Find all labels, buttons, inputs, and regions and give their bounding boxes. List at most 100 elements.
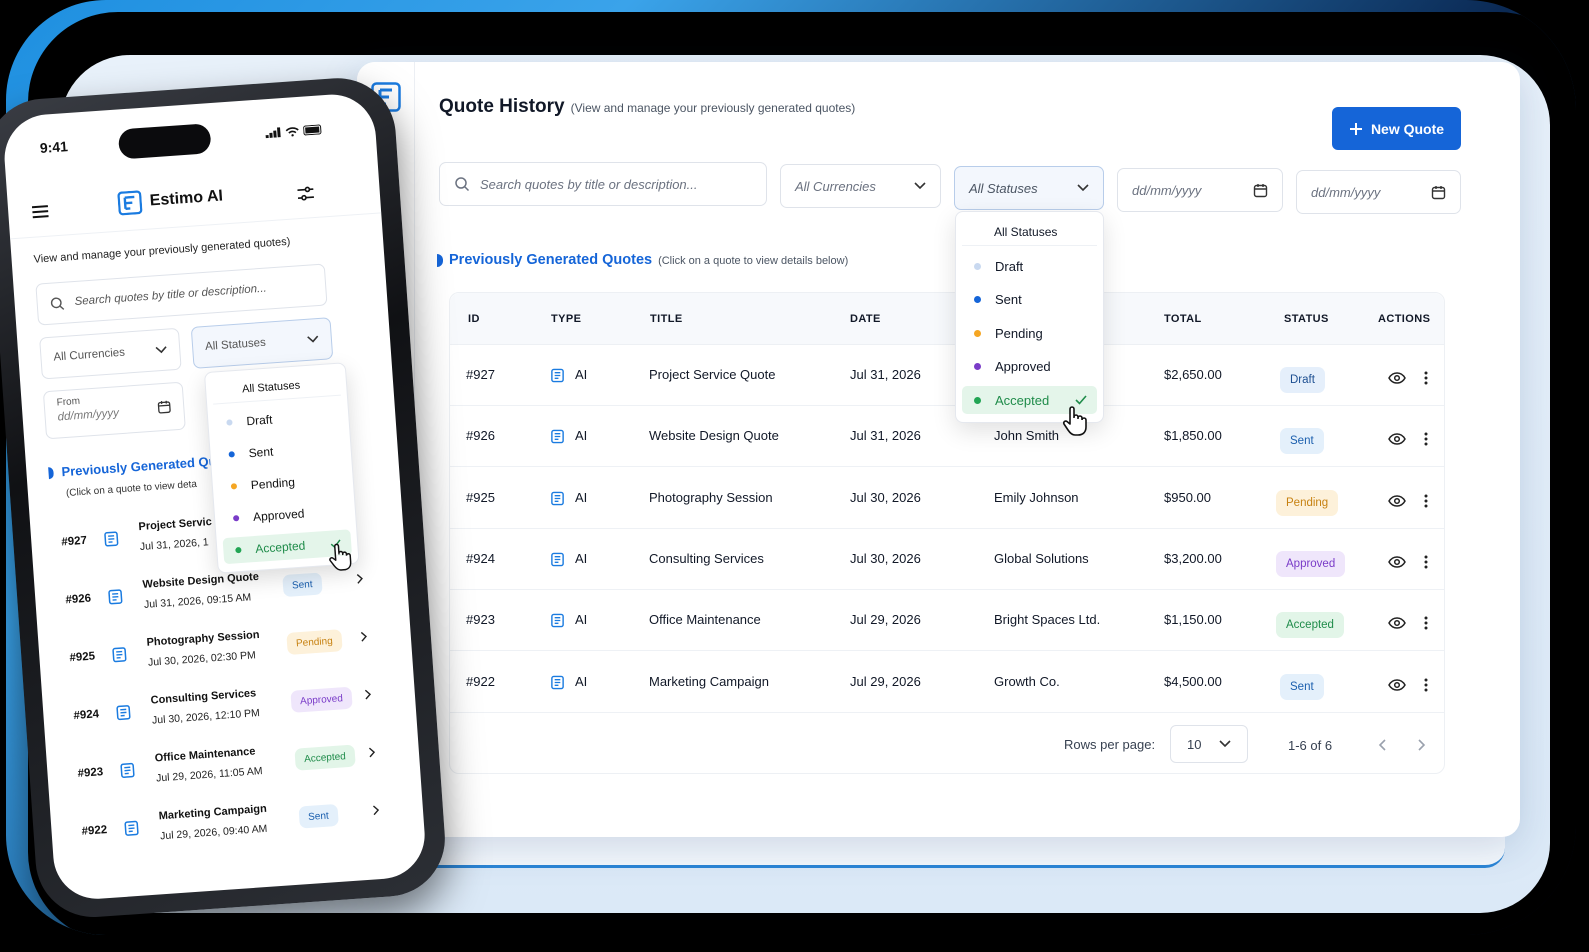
phone-status-option-sent[interactable]: Sent: [216, 434, 346, 469]
chevron-left-icon[interactable]: [1374, 737, 1390, 753]
status-option-all[interactable]: All Statuses: [962, 218, 1097, 246]
rows-per-page-select[interactable]: 10: [1170, 725, 1248, 763]
more-vertical-icon[interactable]: [1415, 551, 1437, 573]
new-quote-label: New Quote: [1370, 120, 1445, 137]
more-vertical-icon[interactable]: [1415, 428, 1437, 450]
row-date: Jul 31, 2026: [850, 428, 921, 444]
status-dot: [226, 419, 233, 426]
menu-icon[interactable]: [31, 205, 49, 219]
document-icon: [550, 368, 565, 383]
row-type: AI: [550, 551, 587, 567]
chevron-right-icon[interactable]: [372, 804, 380, 819]
new-quote-button[interactable]: New Quote: [1332, 107, 1461, 150]
pointer-hand-icon: [327, 541, 353, 576]
logo-icon: [117, 190, 143, 216]
phone-status-filter[interactable]: All Statuses: [190, 317, 334, 369]
chevron-down-icon: [1219, 740, 1231, 748]
filter-icon[interactable]: [297, 186, 315, 201]
chevron-down-icon: [914, 182, 926, 190]
table-header: ID TYPE TITLE DATE TOTAL STATUS ACTIONS: [450, 293, 1444, 345]
date-to-input[interactable]: dd/mm/yyyy: [1296, 170, 1461, 214]
search-input[interactable]: Search quotes by title or description...: [439, 162, 767, 206]
status-filter[interactable]: All Statuses: [954, 166, 1104, 210]
status-option-draft[interactable]: Draft: [962, 252, 1097, 280]
chevron-right-icon[interactable]: [368, 746, 376, 761]
phone-search-input[interactable]: Search quotes by title or description...: [35, 263, 328, 326]
phone-status-option-draft[interactable]: Draft: [214, 402, 344, 437]
status-badge: Accepted: [1276, 612, 1344, 639]
battery-icon: [303, 124, 322, 136]
row-total: $1,850.00: [1164, 428, 1222, 444]
row-client: Emily Johnson: [994, 489, 1079, 505]
section-title: Previously Generated Quotes: [449, 252, 653, 268]
status-option-pending[interactable]: Pending: [962, 319, 1097, 347]
document-icon: [115, 704, 132, 724]
plus-icon: [1349, 122, 1362, 135]
phone-date-from[interactable]: From dd/mm/yyyy: [42, 381, 186, 440]
more-vertical-icon[interactable]: [1415, 612, 1437, 634]
status-dot: [235, 546, 242, 554]
calendar-icon: [1253, 183, 1268, 197]
phone-row-title: Project Servic: [138, 515, 213, 534]
status-badge: Pending: [1276, 489, 1339, 516]
chevron-right-icon[interactable]: [364, 688, 372, 703]
chevron-right-icon[interactable]: [1414, 737, 1430, 753]
search-icon: [455, 177, 470, 192]
column-header-total: TOTAL: [1164, 313, 1202, 325]
phone-status-option-all[interactable]: All Statuses: [211, 369, 341, 405]
status-badge: Draft: [1280, 367, 1325, 393]
phone-row-id: #924: [73, 708, 100, 723]
phone-row-date: Jul 30, 2026, 12:10 PM: [151, 707, 261, 727]
row-total: $1,150.00: [1164, 612, 1222, 628]
phone-row-id: #925: [69, 650, 96, 665]
row-id: #924: [466, 550, 495, 566]
phone-row-title: Marketing Campaign: [158, 802, 268, 823]
chevron-right-icon[interactable]: [356, 573, 364, 588]
status-option-approved[interactable]: Approved: [962, 353, 1097, 381]
phone-currency-filter[interactable]: All Currencies: [39, 327, 182, 380]
status-dot: [974, 329, 981, 337]
section-marker: [437, 253, 443, 267]
status-dot: [974, 296, 981, 303]
chevron-down-icon: [155, 346, 167, 354]
eye-icon[interactable]: [1386, 674, 1408, 696]
status-option-label: Sent: [995, 292, 1022, 307]
phone-row-id: #923: [77, 766, 104, 780]
row-total: $950.00: [1164, 489, 1211, 505]
eye-icon[interactable]: [1386, 612, 1408, 634]
more-vertical-icon[interactable]: [1415, 367, 1437, 389]
status-option-sent[interactable]: Sent: [962, 286, 1097, 314]
row-id: #927: [466, 367, 495, 382]
phone-row-id: #922: [81, 824, 108, 838]
eye-icon[interactable]: [1386, 490, 1408, 512]
row-id: #925: [466, 489, 495, 505]
more-vertical-icon[interactable]: [1415, 490, 1437, 512]
row-client: Growth Co.: [994, 673, 1060, 689]
table-row[interactable]: #922 AI Marketing Campaign Jul 29, 2026 …: [450, 652, 1444, 713]
eye-icon[interactable]: [1386, 551, 1408, 573]
page-title: Quote History: [439, 96, 565, 117]
row-type: AI: [550, 612, 587, 628]
currency-filter[interactable]: All Currencies: [780, 164, 941, 208]
page-header: Quote History (View and manage your prev…: [439, 96, 855, 118]
section-hint: (Click on a quote to view details below): [658, 255, 849, 267]
table-row[interactable]: #924 AI Consulting Services Jul 30, 2026…: [450, 529, 1444, 590]
chevron-right-icon[interactable]: [360, 630, 368, 645]
phone-status-option-pending[interactable]: Pending: [218, 465, 348, 500]
phone-row-id: #927: [61, 534, 88, 549]
status-dropdown-menu: All Statuses Draft Sent Pending Approved Acc…: [955, 211, 1104, 436]
more-vertical-icon[interactable]: [1415, 674, 1437, 696]
phone-status-dropdown: All Statuses Draft Sent Pending Approved Acc…: [203, 362, 360, 576]
phone-subtitle: View and manage your previously generate…: [33, 235, 291, 266]
column-header-actions: ACTIONS: [1378, 313, 1431, 325]
table-row[interactable]: #926 AI Website Design Quote Jul 31, 202…: [450, 406, 1444, 468]
table-row[interactable]: #925 AI Photography Session Jul 30, 2026…: [450, 468, 1444, 529]
phone-status-option-approved[interactable]: Approved: [220, 497, 350, 532]
row-title: Project Service Quote: [649, 367, 776, 382]
eye-icon[interactable]: [1386, 367, 1408, 389]
table-row[interactable]: #927 AI Project Service Quote Jul 31, 20…: [450, 345, 1444, 406]
table-row[interactable]: #923 AI Office Maintenance Jul 29, 2026 …: [450, 590, 1444, 652]
document-icon: [119, 762, 136, 782]
eye-icon[interactable]: [1386, 428, 1408, 450]
date-from-input[interactable]: dd/mm/yyyy: [1117, 168, 1283, 212]
